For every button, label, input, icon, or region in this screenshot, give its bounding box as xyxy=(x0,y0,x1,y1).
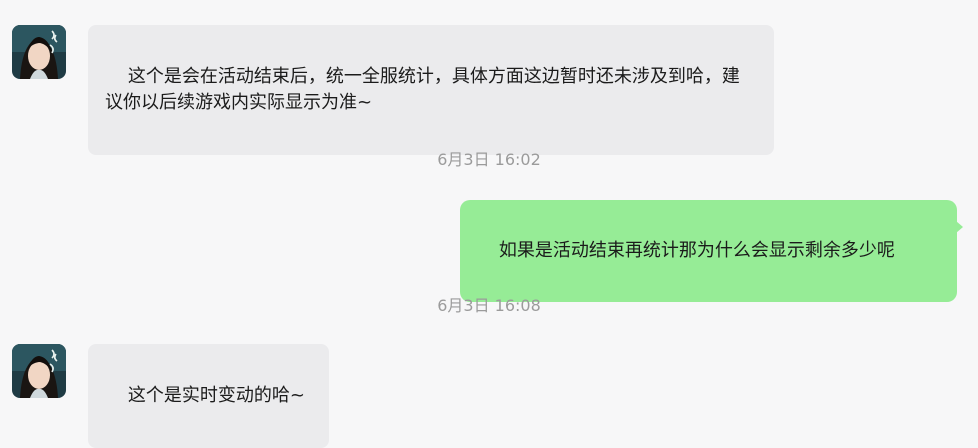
message-bubble-outgoing[interactable]: 如果是活动结束再统计那为什么会显示剩余多少呢 xyxy=(460,200,963,302)
message-bubble-incoming[interactable]: 这个是会在活动结束后，统一全服统计，具体方面这边暂时还未涉及到哈，建议你以后续游… xyxy=(88,25,774,155)
message-text: 如果是活动结束再统计那为什么会显示剩余多少呢 xyxy=(498,240,895,261)
message-text: 这个是实时变动的哈~ xyxy=(127,385,305,406)
message-text: 这个是会在活动结束后，统一全服统计，具体方面这边暂时还未涉及到哈，建议你以后续游… xyxy=(105,66,740,113)
message-bubble-incoming[interactable]: 这个是实时变动的哈~ xyxy=(88,344,329,448)
message-timestamp: 6月3日 16:02 xyxy=(437,150,541,169)
contact-avatar[interactable] xyxy=(12,25,66,79)
message-timestamp: 6月3日 16:08 xyxy=(437,296,541,315)
contact-avatar[interactable] xyxy=(12,344,66,398)
